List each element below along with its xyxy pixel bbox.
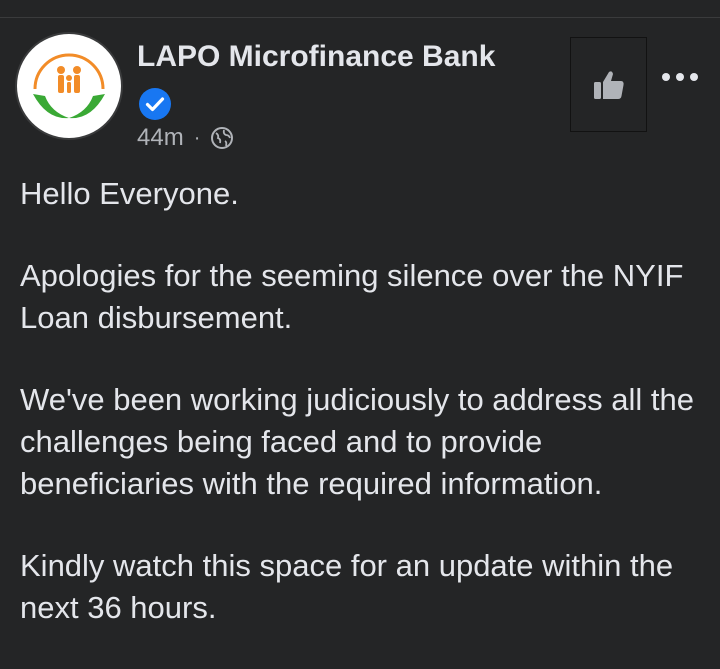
- page-name[interactable]: LAPO Microfinance Bank: [137, 40, 495, 74]
- post-paragraph: Apologies for the seeming silence over t…: [20, 258, 684, 335]
- post-body: Hello Everyone. Apologies for the seemin…: [20, 173, 710, 669]
- top-divider: [0, 17, 720, 18]
- globe-icon: [211, 127, 234, 149]
- lapo-logo-icon: [19, 36, 119, 136]
- like-button[interactable]: [570, 37, 647, 132]
- more-options-icon: [662, 73, 670, 81]
- page-avatar[interactable]: [17, 34, 121, 138]
- post-paragraph: Kindly watch this space for an update wi…: [20, 548, 674, 625]
- post-paragraph: We've been working judiciously to addres…: [20, 382, 694, 501]
- meta-separator: ·: [193, 126, 201, 149]
- post-paragraph: Hello Everyone.: [20, 176, 239, 211]
- thumbs-up-icon: [593, 70, 624, 99]
- more-options-button[interactable]: [655, 62, 705, 92]
- post-timestamp[interactable]: 44m: [137, 124, 184, 152]
- verified-badge-icon: [137, 86, 173, 122]
- post-meta: 44m ·: [137, 124, 234, 152]
